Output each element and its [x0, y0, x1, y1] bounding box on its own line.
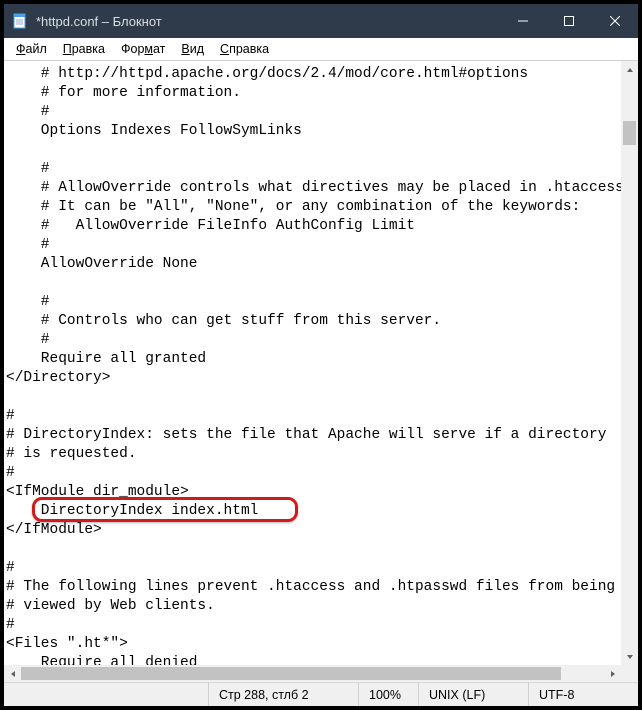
notepad-icon: [12, 13, 28, 29]
statusbar: Стр 288, стлб 2 100% UNIX (LF) UTF-8: [4, 682, 638, 706]
statusbar-spacer: [4, 683, 208, 706]
window-title: *httpd.conf – Блокнот: [36, 14, 162, 29]
scroll-right-icon[interactable]: [604, 665, 621, 682]
scroll-up-icon[interactable]: [621, 61, 638, 78]
editor-area: # http://httpd.apache.org/docs/2.4/mod/c…: [4, 60, 638, 682]
minimize-button[interactable]: [500, 4, 546, 38]
scroll-down-icon[interactable]: [621, 648, 638, 665]
menu-file[interactable]: Файл: [8, 40, 55, 58]
editor-text[interactable]: # http://httpd.apache.org/docs/2.4/mod/c…: [4, 61, 621, 665]
status-zoom[interactable]: 100%: [358, 683, 418, 706]
titlebar[interactable]: *httpd.conf – Блокнот: [4, 4, 638, 38]
scroll-left-icon[interactable]: [4, 665, 21, 682]
maximize-button[interactable]: [546, 4, 592, 38]
horizontal-scrollbar[interactable]: [4, 665, 621, 682]
status-position: Стр 288, стлб 2: [208, 683, 358, 706]
horizontal-scrollbar-thumb[interactable]: [21, 667, 561, 680]
menu-format[interactable]: Формат: [113, 40, 173, 58]
vertical-scrollbar[interactable]: [621, 61, 638, 665]
menu-view[interactable]: Вид: [173, 40, 212, 58]
window-controls: [500, 4, 638, 38]
menubar: Файл Правка Формат Вид Справка: [4, 38, 638, 60]
menu-help[interactable]: Справка: [212, 40, 277, 58]
scroll-corner: [621, 665, 638, 682]
status-line-ending: UNIX (LF): [418, 683, 528, 706]
vertical-scrollbar-thumb[interactable]: [623, 121, 636, 145]
close-button[interactable]: [592, 4, 638, 38]
menu-edit[interactable]: Правка: [55, 40, 113, 58]
status-encoding: UTF-8: [528, 683, 638, 706]
notepad-window: *httpd.conf – Блокнот Файл Правка Формат…: [4, 4, 638, 706]
